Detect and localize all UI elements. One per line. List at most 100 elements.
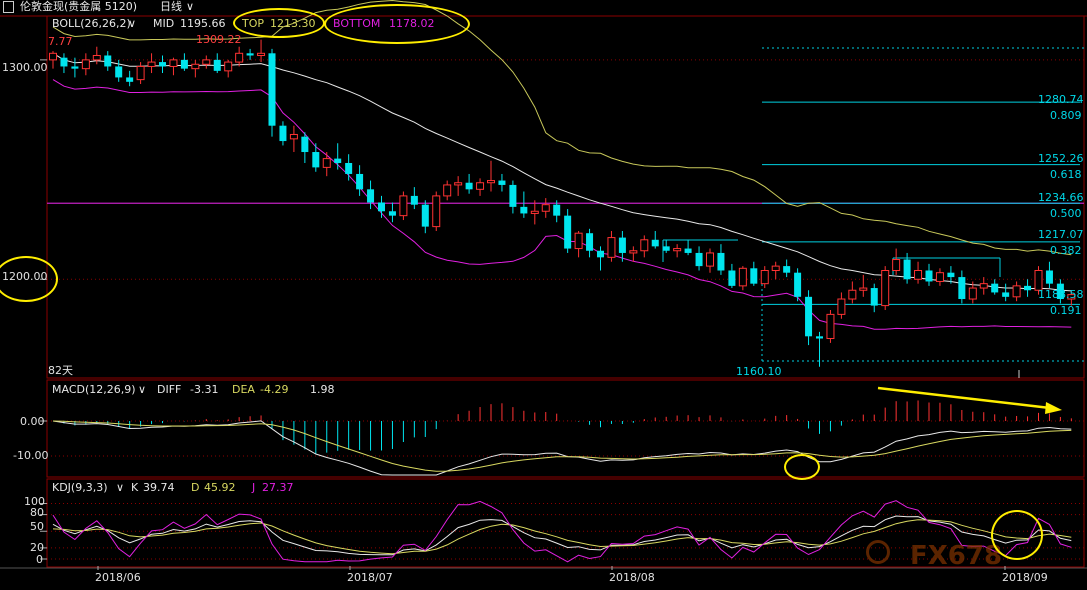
candle-body-up [881,269,890,307]
candle-body-down [356,173,364,190]
chevron-down-icon[interactable]: ∨ [116,482,124,494]
candle-body-down [213,59,221,71]
highlight-ellipse-kdj [991,510,1043,560]
kdj-j-value: 27.37 [262,481,294,494]
watermark-icon [866,540,890,564]
x-tick-label: 2018/08 [609,571,655,584]
days-count-label: 82天 [48,364,73,377]
candle-body-up [322,158,331,168]
kdj-d-value: 45.92 [204,481,236,494]
candle-body-down [1045,270,1053,284]
candle-body-down [60,57,68,67]
y-tick-label: 1300.00 [2,61,48,74]
candle-body-up [541,204,550,212]
candle-body-up [147,61,156,67]
candle-body-up [257,52,266,56]
fib-ratio-label: 0.809 [1050,109,1082,122]
candle-body-up [530,210,539,214]
x-tick-label: 2018/07 [347,571,393,584]
macd-indicator-label[interactable]: MACD(12,26,9) [52,384,136,396]
candle-body-down [378,202,385,212]
candle-body-down [1002,292,1010,297]
trend-arrow-head [1045,402,1062,414]
x-tick-label: 2018/09 [1002,571,1048,584]
candle-body-down [465,182,473,190]
chart-canvas[interactable] [0,0,1087,590]
window-icon[interactable] [3,1,14,13]
fib-ratio-label: 0.382 [1050,244,1082,257]
fib-ratio-label: 0.191 [1050,304,1082,317]
candle-body-up [432,195,441,228]
chevron-down-icon[interactable]: ∨ [138,384,146,396]
candle-body-down [509,184,517,207]
candle-body-down [553,204,561,216]
candle-body-down [618,237,626,253]
kdj-k-label: K [131,481,139,494]
candle-body-up [837,298,846,315]
fib-price-label: 1217.07 [1038,228,1084,241]
candle-body-down [564,215,572,249]
candle-body-down [312,152,320,168]
boll-bottom-line [52,79,1072,330]
candle-body-down [159,62,166,67]
macd-dea-label: DEA [232,383,255,396]
candle-body-down [728,270,736,286]
candle-body-down [597,250,604,258]
candle-body-up [892,259,901,271]
candle-body-up [81,59,90,70]
highlight-ellipse-bottom [324,4,470,44]
kdj-indicator-label[interactable]: KDJ(9,3,3) [52,482,108,494]
chevron-down-icon[interactable]: ∨ [186,1,194,13]
candle-body-down [783,266,791,273]
candle-body-down [586,233,594,251]
boll-mid-label: MID [153,17,175,30]
candle-body-up [706,252,714,267]
candle-body-down [684,248,692,253]
macd-panel [52,400,1072,476]
watermark-logo: FX678 [910,541,1003,571]
boll-indicator-label[interactable]: BOLL(26,26,2) [52,18,131,30]
annotations [877,386,1062,414]
period-selector[interactable]: 日线 [160,1,182,13]
candle-body-down [794,272,802,297]
boll-mid-value: 1195.66 [180,17,226,30]
kdj-j-label: J [252,481,256,494]
candle-body-up [607,237,616,258]
candle-body-down [388,211,396,216]
candle-body-up [914,269,923,280]
candle-body-up [169,59,178,67]
candle-body-up [859,287,868,291]
candle-body-up [191,63,200,70]
candle-body-up [629,250,638,254]
x-tick-label: 2018/06 [95,571,141,584]
candle-body-down [115,66,123,78]
candle-body-up [760,269,769,285]
candle-body-down [180,59,188,69]
candle-body-up [202,59,211,65]
candle-body-up [738,267,747,287]
fibonacci-levels [47,47,1084,378]
candle-body-up [848,289,857,300]
chevron-down-icon[interactable]: ∨ [128,18,136,30]
candle-body-down [947,272,955,278]
fib-price-label: 1252.26 [1038,152,1084,165]
candle-body-down [991,283,999,293]
kdj-y-tick-label: 0 [36,553,43,566]
candle-body-up [826,313,835,340]
candle-body-up [235,52,244,63]
macd-dea-line [52,420,1072,472]
candle-body-down [870,288,878,306]
candle-body-down [126,77,134,82]
kdj-y-tick-label: 80 [30,506,44,519]
candle-body-down [695,252,703,267]
candle-body-down [334,158,342,163]
candle-body-down [410,195,418,205]
candle-body-down [651,239,659,247]
candle-body-up [487,180,495,184]
macd-hist-value: 1.98 [310,383,335,396]
candle-body-up [136,65,145,81]
candle-body-up [92,54,101,61]
macd-y-tick-label: 0.00 [20,415,45,428]
candle-body-down [520,206,528,214]
macd-diff-value: -3.31 [190,383,219,396]
